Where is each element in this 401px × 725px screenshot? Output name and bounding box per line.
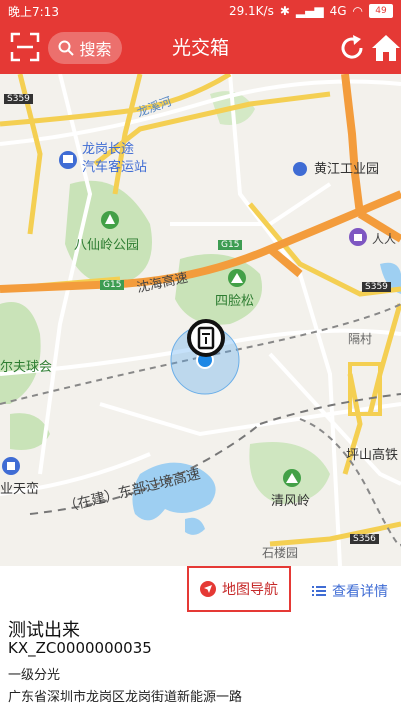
network-type: 4G (329, 4, 347, 18)
map-navigation-label: 地图导航 (222, 582, 278, 598)
map-label-qingfengling: 清风岭 (271, 494, 311, 509)
map-label-park: 八仙岭公园 (74, 238, 140, 253)
status-indicators: 29.1K/s ✱ ▂▄▆ 4G ◠ 49 (229, 4, 393, 18)
status-time: 晚上7:13 (8, 4, 59, 19)
search-icon (58, 40, 75, 56)
cabinet-code: KX_ZC0000000035 (8, 639, 152, 657)
navigation-icon (200, 581, 216, 597)
wifi-icon: ◠ (352, 4, 363, 18)
map-label-s359: S359 (362, 282, 391, 292)
scan-button[interactable] (10, 32, 40, 62)
battery-icon: 49 (369, 4, 393, 18)
park-icon (101, 211, 119, 229)
network-speed: 29.1K/s (228, 4, 274, 18)
bus-station-icon (59, 151, 77, 169)
cabinet-marker-icon[interactable] (187, 319, 225, 357)
map-label-gecun: 隔村 (348, 332, 373, 346)
map-label-golf: 尔夫球会 (0, 360, 53, 375)
refresh-button[interactable] (337, 33, 367, 63)
search-button[interactable]: 搜索 (48, 32, 122, 64)
mountain-icon (228, 269, 246, 287)
map-canvas[interactable] (0, 74, 401, 566)
scan-icon (10, 32, 40, 62)
cabinet-address: 广东省深圳市龙岗区龙岗街道新能源一路 (8, 690, 243, 705)
map-label-bus-station-2: 汽车客运站 (82, 160, 148, 175)
map-view[interactable]: 龙溪河 龙岗长途 汽车客运站 黄江工业园 人人 八仙岭公园 G15 G15 沈海… (0, 74, 401, 566)
bluetooth-icon: ✱ (279, 4, 290, 18)
app-bar: 搜索 光交箱 (0, 22, 401, 74)
map-navigation-button[interactable]: 地图导航 (187, 566, 291, 612)
view-details-label: 查看详情 (332, 584, 388, 600)
map-label-silian-song: 四脸松 (215, 294, 255, 309)
building-icon (2, 457, 20, 475)
signal-icon: ▂▄▆ (295, 4, 324, 18)
home-icon (372, 35, 400, 61)
map-label-g15: G15 (218, 240, 243, 250)
shop-icon (349, 228, 367, 246)
building-icon (293, 162, 307, 176)
mountain-icon (283, 469, 301, 487)
map-label-pingshan: 坪山高铁 (346, 448, 399, 463)
status-bar: 晚上7:13 29.1K/s ✱ ▂▄▆ 4G ◠ 49 (0, 0, 401, 22)
list-icon (312, 586, 326, 596)
view-details-button[interactable]: 查看详情 (312, 580, 388, 602)
home-button[interactable] (371, 32, 401, 64)
map-label-shilouyuan: 石楼园 (262, 546, 299, 560)
map-label-s359: S359 (4, 94, 33, 104)
map-label-renren: 人人 (372, 232, 397, 246)
refresh-icon (341, 35, 363, 59)
map-label-bus-station: 龙岗长途 (82, 142, 135, 157)
map-label-yetiandai: 业天峦 (0, 482, 40, 497)
map-label-s356: S356 (350, 534, 379, 544)
map-label-g15: G15 (100, 280, 125, 290)
search-label: 搜索 (79, 40, 112, 59)
cabinet-split-level: 一级分光 (8, 668, 61, 683)
map-label-industrial-park: 黄江工业园 (314, 162, 380, 177)
